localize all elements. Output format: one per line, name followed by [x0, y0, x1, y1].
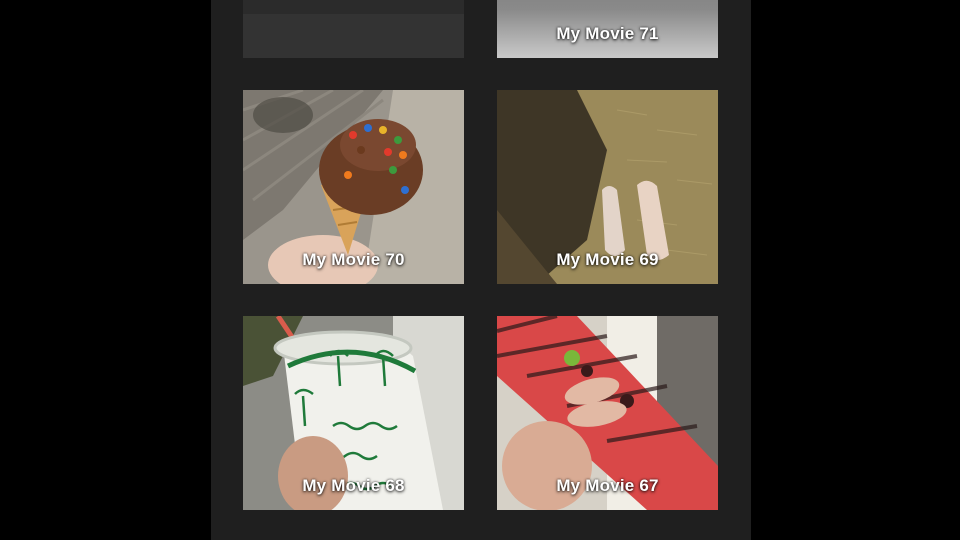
movie-gallery-screen: My Movie 71 My Movie 70 My Movie 69 My M…	[211, 0, 751, 540]
movie-title: My Movie 69	[556, 250, 659, 269]
movie-thumbnail	[243, 0, 464, 58]
movie-tile[interactable]: My Movie 69	[497, 90, 718, 284]
movie-tile[interactable]	[243, 0, 464, 58]
movie-tile[interactable]: My Movie 68	[243, 316, 464, 510]
movie-tile[interactable]: My Movie 71	[497, 0, 718, 58]
movie-tile[interactable]: My Movie 70	[243, 90, 464, 284]
movie-title: My Movie 68	[302, 476, 405, 495]
movie-tile[interactable]: My Movie 67	[497, 316, 718, 510]
movie-title: My Movie 67	[556, 476, 659, 495]
movie-title: My Movie 71	[556, 24, 659, 43]
movie-title: My Movie 70	[302, 250, 405, 269]
